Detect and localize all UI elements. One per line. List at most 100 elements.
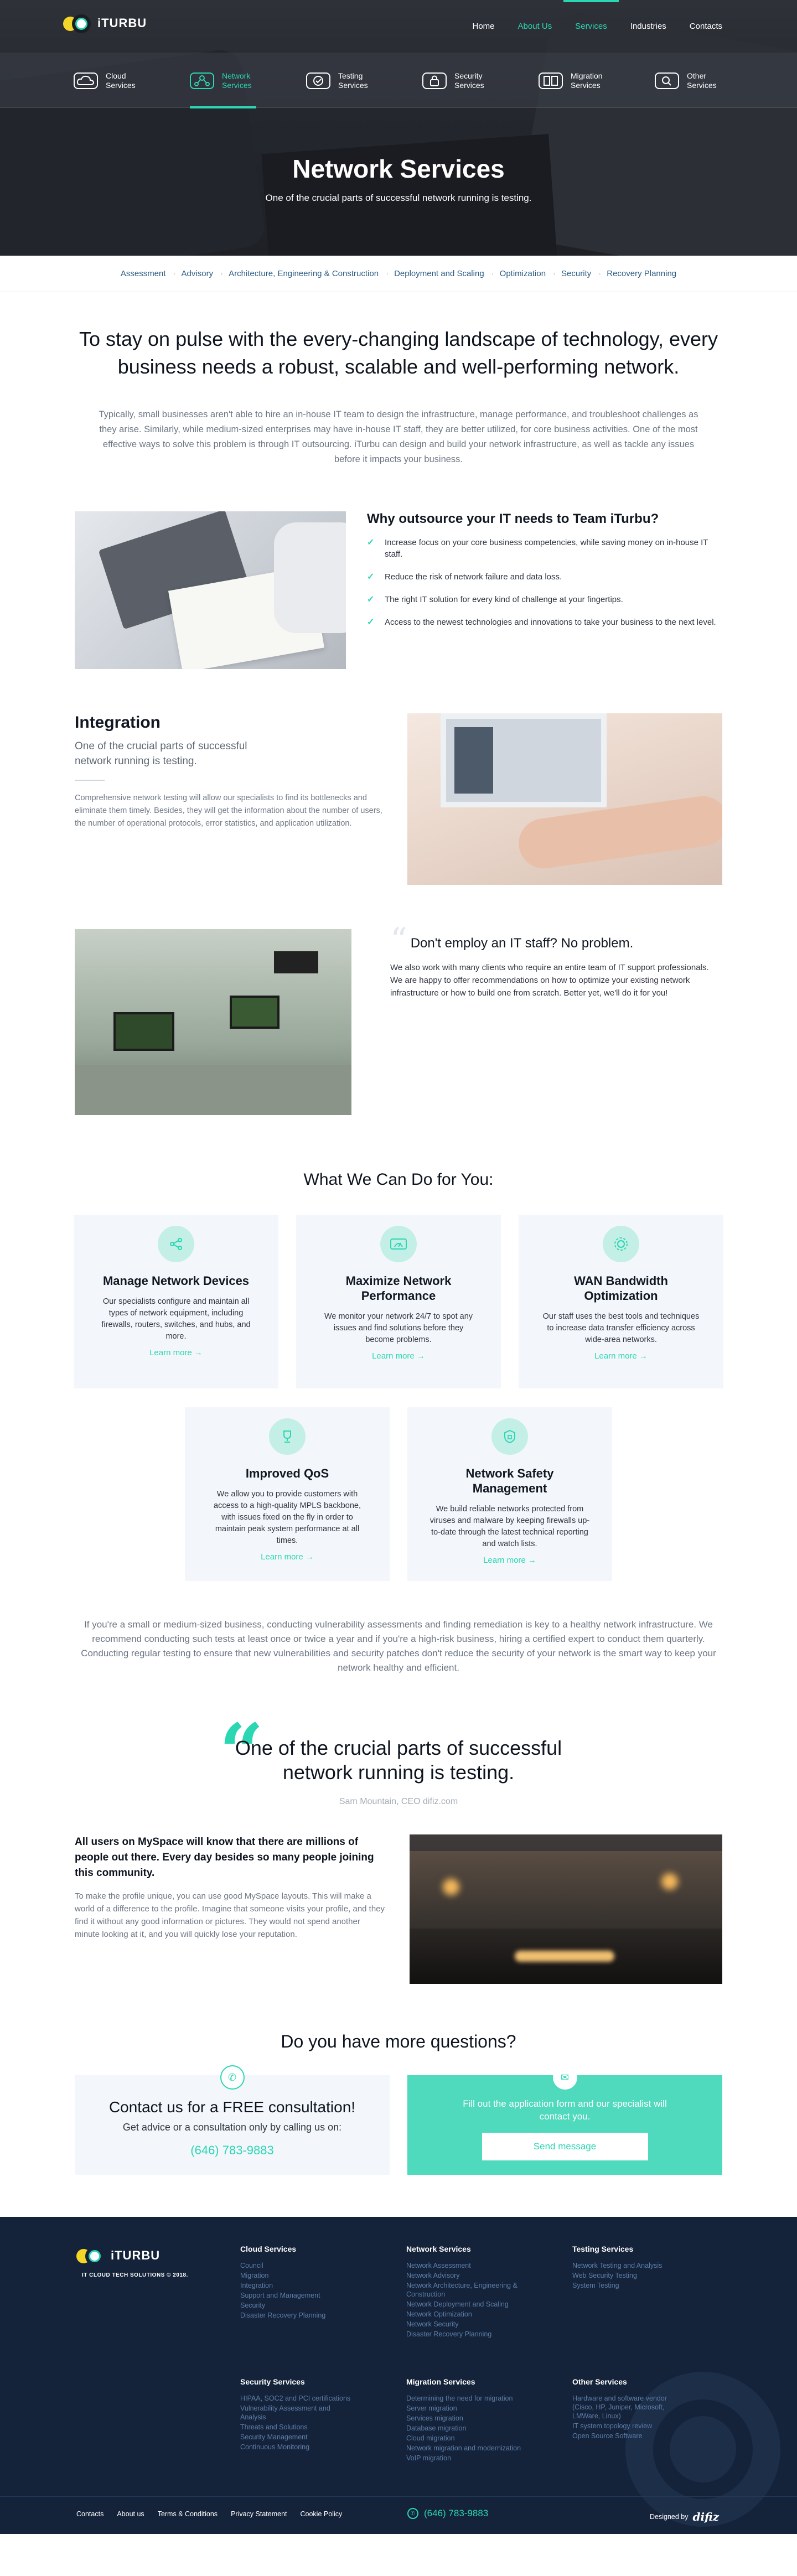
page-subtitle: One of the crucial parts of successful n…	[265, 193, 532, 203]
services-summary: If you're a small or medium-sized busine…	[74, 1618, 724, 1675]
footer-copyright: IT CLOUD TECH SOLUTIONS © 2018.	[82, 2272, 188, 2278]
laptop-documents-image	[75, 511, 346, 669]
card-title: Maximize Network Performance	[345, 1274, 452, 1303]
footer-bottom-link[interactable]: Terms & Conditions	[158, 2510, 218, 2518]
footer-link[interactable]: Network Deployment and Scaling	[406, 2300, 534, 2309]
subnav-label: Cloud Services	[106, 71, 136, 90]
footer-link[interactable]: Disaster Recovery Planning	[240, 2311, 362, 2320]
gauge-icon	[380, 1226, 417, 1262]
footer-logo[interactable]: iTURBU	[76, 2246, 160, 2266]
quote-icon: “	[390, 921, 407, 960]
send-message-button[interactable]: Send message	[482, 2133, 648, 2160]
footer-link[interactable]: Cloud migration	[406, 2434, 534, 2443]
subnav-network-services[interactable]: Network Services	[190, 68, 306, 108]
tag-link[interactable]: Recovery Planning	[599, 269, 684, 278]
phone-number[interactable]: (646) 783-9883	[75, 2143, 390, 2158]
footer-link[interactable]: Web Security Testing	[572, 2271, 694, 2280]
subnav-other-services[interactable]: Other Services	[655, 68, 771, 93]
tag-link[interactable]: Optimization	[492, 269, 556, 278]
footer-column-network: Network Services Network Assessment Netw…	[406, 2245, 534, 2340]
footer-link[interactable]: Disaster Recovery Planning	[406, 2330, 534, 2339]
footer-link[interactable]: Security Management	[240, 2433, 351, 2442]
subnav-testing-services[interactable]: Testing Services	[306, 68, 422, 93]
footer-bottom-link[interactable]: Cookie Policy	[301, 2510, 343, 2518]
learn-more-link[interactable]: Learn more →	[407, 1556, 612, 1565]
designer-logo[interactable]: difiz	[693, 2510, 719, 2523]
tag-link[interactable]: Assessment	[113, 269, 175, 278]
summary-paragraph: Conducting regular testing to ensure tha…	[81, 1648, 716, 1673]
shield-icon	[491, 1418, 528, 1455]
footer-link[interactable]: VoIP migration	[406, 2454, 534, 2463]
footer-link[interactable]: Determining the need for migration	[406, 2394, 534, 2403]
brand-logo[interactable]: iTURBU	[63, 13, 147, 33]
footer-link[interactable]: Database migration	[406, 2424, 534, 2433]
learn-more-link[interactable]: Learn more →	[74, 1348, 278, 1357]
subnav-security-services[interactable]: Security Services	[422, 68, 539, 93]
card-text: Our specialists configure and maintain a…	[101, 1297, 251, 1341]
nav-industries[interactable]: Industries	[619, 0, 678, 53]
tag-link[interactable]: Architecture, Engineering & Construction	[221, 269, 389, 278]
check-icon: ✓	[367, 572, 375, 582]
share-icon	[158, 1226, 194, 1262]
footer-link[interactable]: Integration	[240, 2281, 362, 2290]
footer-link[interactable]: IT system topology review	[572, 2422, 683, 2430]
tag-link[interactable]: Advisory	[174, 269, 223, 278]
nav-contacts[interactable]: Contacts	[678, 0, 734, 53]
nav-home[interactable]: Home	[461, 0, 506, 53]
questions-section: Do you have more questions? ✆ Contact us…	[75, 2031, 722, 2175]
myspace-title: All users on MySpace will know that ther…	[75, 1836, 374, 1879]
footer-link[interactable]: Council	[240, 2261, 362, 2270]
nav-about-us[interactable]: About Us	[506, 0, 564, 53]
footer-link[interactable]: Migration	[240, 2271, 362, 2280]
learn-more-link[interactable]: Learn more →	[296, 1351, 501, 1361]
footer-bottom-link[interactable]: Contacts	[76, 2510, 103, 2518]
footer-link[interactable]: Network migration and modernization	[406, 2444, 534, 2453]
questions-title: Do you have more questions?	[281, 2031, 516, 2051]
footer-link[interactable]: Open Source Software	[572, 2432, 683, 2440]
lock-icon	[422, 72, 447, 89]
footer-link[interactable]: System Testing	[572, 2281, 694, 2290]
top-navigation: iTURBU Home About Us Services Industries…	[0, 0, 797, 53]
learn-more-link[interactable]: Learn more →	[519, 1351, 723, 1361]
tag-link[interactable]: Security	[553, 269, 601, 278]
learn-more-link[interactable]: Learn more →	[185, 1552, 390, 1562]
subnav-label: Testing Services	[338, 71, 368, 90]
hero-section: iTURBU Home About Us Services Industries…	[0, 0, 797, 256]
site-footer: iTURBU IT CLOUD TECH SOLUTIONS © 2018. C…	[0, 2217, 797, 2534]
footer-link[interactable]: Network Advisory	[406, 2271, 534, 2280]
footer-link[interactable]: Network Security	[406, 2320, 534, 2329]
footer-link[interactable]: Network Optimization	[406, 2310, 534, 2319]
footer-link[interactable]: Server migration	[406, 2404, 534, 2413]
footer-link[interactable]: HIPAA, SOC2 and PCI certifications	[240, 2394, 351, 2403]
footer-link[interactable]: Support and Management	[240, 2291, 362, 2300]
services-section: What We Can Do for You: Manage Network D…	[0, 1170, 797, 1675]
footer-bottom-bar: Contacts About us Terms & Conditions Pri…	[0, 2496, 797, 2534]
footer-link[interactable]: Hardware and software vendor (Cisco, HP,…	[572, 2394, 683, 2420]
integration-section: Integration One of the crucial parts of …	[75, 713, 722, 885]
footer-link[interactable]: Network Architecture, Engineering & Cons…	[406, 2281, 534, 2299]
card-text: We build reliable networks protected fro…	[429, 1505, 590, 1548]
footer-bottom-link[interactable]: Privacy Statement	[231, 2510, 287, 2518]
footer-link[interactable]: Network Testing and Analysis	[572, 2261, 694, 2270]
network-icon	[190, 72, 214, 89]
tag-link[interactable]: Deployment and Scaling	[386, 269, 494, 278]
footer-link[interactable]: Vulnerability Assessment and Analysis	[240, 2404, 351, 2422]
staff-text: We also work with many clients who requi…	[390, 963, 709, 998]
footer-link[interactable]: Network Assessment	[406, 2261, 534, 2270]
footer-link[interactable]: Threats and Solutions	[240, 2423, 351, 2432]
trophy-icon	[269, 1418, 306, 1455]
footer-link[interactable]: Services migration	[406, 2414, 534, 2423]
nav-services[interactable]: Services	[563, 0, 619, 53]
quote-text: One of the crucial parts of successful n…	[235, 1737, 562, 1784]
consultation-title: Contact us for a FREE consultation!	[108, 2098, 356, 2116]
list-item: ✓ Access to the newest technologies and i…	[367, 618, 716, 627]
footer-link[interactable]: Security	[240, 2301, 362, 2310]
footer-phone[interactable]: ✆ (646) 783-9883	[407, 2508, 488, 2519]
migration-icon	[539, 72, 563, 89]
subnav-migration-services[interactable]: Migration Services	[539, 68, 655, 93]
footer-bottom-link[interactable]: About us	[117, 2510, 144, 2518]
consultation-subtitle: Get advice or a consultation only by cal…	[122, 2122, 342, 2133]
check-icon: ✓	[367, 538, 375, 547]
subnav-cloud-services[interactable]: Cloud Services	[74, 68, 190, 93]
footer-link[interactable]: Continuous Monitoring	[240, 2443, 351, 2451]
